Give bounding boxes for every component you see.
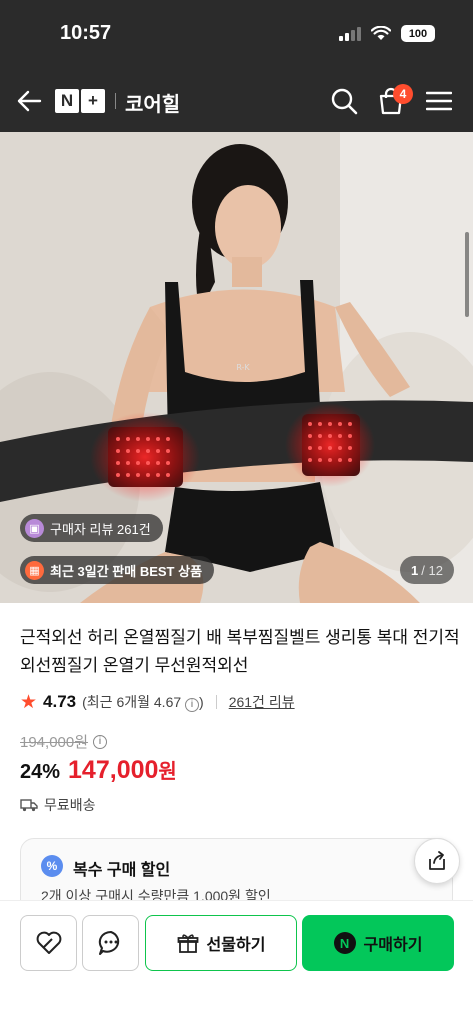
info-icon[interactable]: i (185, 697, 200, 712)
status-bar: 10:57 100 (0, 0, 473, 70)
cart-count-badge: 4 (393, 84, 413, 104)
heart-icon (36, 931, 61, 954)
share-icon (429, 851, 445, 870)
percent-icon: % (41, 855, 63, 877)
page-scrollbar[interactable] (465, 232, 469, 317)
signal-icon (339, 26, 361, 41)
buy-button[interactable]: N 구매하기 (302, 915, 454, 971)
logo-n: N (55, 89, 79, 113)
image-counter: 1 / 12 (400, 556, 454, 584)
naver-pay-icon: N (333, 932, 356, 954)
chat-bubble-icon (98, 930, 119, 955)
hamburger-menu-icon[interactable] (426, 90, 452, 112)
original-price-row: 194,000원 i (20, 731, 108, 752)
search-icon[interactable] (330, 87, 358, 115)
wifi-icon (371, 26, 391, 40)
image-counter-total: / 12 (421, 562, 443, 578)
recent-rating: (최근 6개월 4.67 i) (82, 694, 204, 712)
status-time: 10:57 (60, 22, 112, 44)
truck-icon (20, 799, 38, 812)
price-info-icon[interactable]: i (93, 734, 108, 749)
original-price: 194,000원 (20, 734, 89, 751)
review-chip-label: 구매자 리뷰 261건 (50, 521, 151, 537)
sale-price: 147,000원 (68, 756, 177, 784)
nav-divider (115, 93, 116, 109)
product-image-carousel[interactable]: R-K ▣ 구매자 리뷰 261건 ▦ 최근 3일간 판매 BEST 상품 1 … (0, 132, 473, 603)
best-chip-label: 최근 3일간 판매 BEST 상품 (50, 563, 203, 579)
rating-value: 4.73 (43, 692, 77, 711)
battery-icon: 100 (401, 25, 435, 42)
gift-button[interactable]: 선물하기 (145, 915, 297, 971)
share-button[interactable] (414, 838, 460, 884)
nplus-logo[interactable]: N + (55, 89, 105, 113)
product-title: 근적외선 허리 온열찜질기 배 복부찜질벨트 생리통 복대 전기적외선찜질기 온… (20, 628, 460, 675)
gift-box-icon: ▦ (25, 560, 44, 580)
bottom-action-bar: 선물하기 N 구매하기 (0, 900, 473, 1024)
wishlist-button[interactable] (20, 915, 77, 971)
price-row: 24% 147,000원 (20, 755, 177, 785)
promo-title: 복수 구매 할인 (73, 862, 171, 879)
review-bag-icon: ▣ (25, 518, 44, 538)
svg-text:R-K: R-K (236, 363, 250, 372)
chat-button[interactable] (82, 915, 139, 971)
shipping-info: 무료배송 (20, 795, 96, 815)
gift-icon (177, 934, 198, 953)
status-icons: 100 (339, 25, 435, 42)
rating-row: ★ 4.73 (최근 6개월 4.67 i) 261건 리뷰 (20, 692, 295, 712)
best-seller-chip: ▦ 최근 3일간 판매 BEST 상품 (20, 556, 215, 584)
logo-plus: + (81, 89, 105, 113)
rating-separator (215, 695, 217, 709)
back-arrow-icon[interactable] (16, 88, 42, 114)
store-name[interactable]: 코어힐 (125, 88, 180, 117)
review-count-link[interactable]: 261건 리뷰 (229, 692, 295, 712)
buy-button-label: 구매하기 (363, 937, 423, 954)
discount-rate: 24% (20, 761, 61, 783)
shipping-label: 무료배송 (44, 797, 96, 813)
gift-button-label: 선물하기 (206, 937, 266, 954)
review-count-chip: ▣ 구매자 리뷰 261건 (20, 514, 163, 542)
image-counter-current: 1 (411, 562, 419, 578)
star-icon: ★ (20, 691, 38, 713)
